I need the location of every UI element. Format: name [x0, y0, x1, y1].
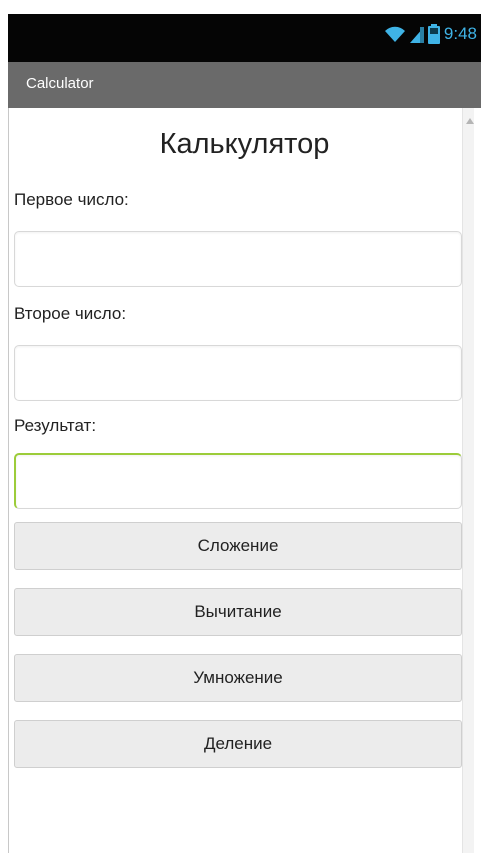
status-time: 9:48: [443, 24, 477, 43]
subtract-button[interactable]: Вычитание: [14, 588, 462, 636]
wifi-icon: [384, 26, 405, 42]
result-field[interactable]: [14, 453, 462, 509]
status-bar: 9:48: [8, 14, 481, 62]
second-number-input[interactable]: [14, 345, 462, 401]
status-icons: 9:48: [384, 20, 477, 48]
app-title: Calculator: [26, 75, 94, 92]
scrollbar[interactable]: [462, 108, 474, 853]
scroll-up-arrow-icon[interactable]: [466, 118, 474, 124]
result-label: Результат:: [14, 416, 97, 435]
multiply-button[interactable]: Умножение: [14, 654, 462, 702]
calculator-screen: Калькулятор Первое число: Второе число: …: [8, 108, 481, 853]
screen-title: Калькулятор: [159, 128, 330, 160]
add-button[interactable]: Сложение: [14, 522, 462, 570]
first-number-label: Первое число:: [14, 190, 129, 209]
first-number-input[interactable]: [14, 231, 462, 287]
battery-icon: [427, 24, 440, 44]
screen-left-edge: [8, 108, 9, 853]
action-bar: Calculator: [8, 62, 481, 108]
divide-button[interactable]: Деление: [14, 720, 462, 768]
second-number-label: Второе число:: [14, 304, 127, 323]
top-caption-strip: [0, 0, 481, 14]
signal-icon: [409, 27, 424, 43]
